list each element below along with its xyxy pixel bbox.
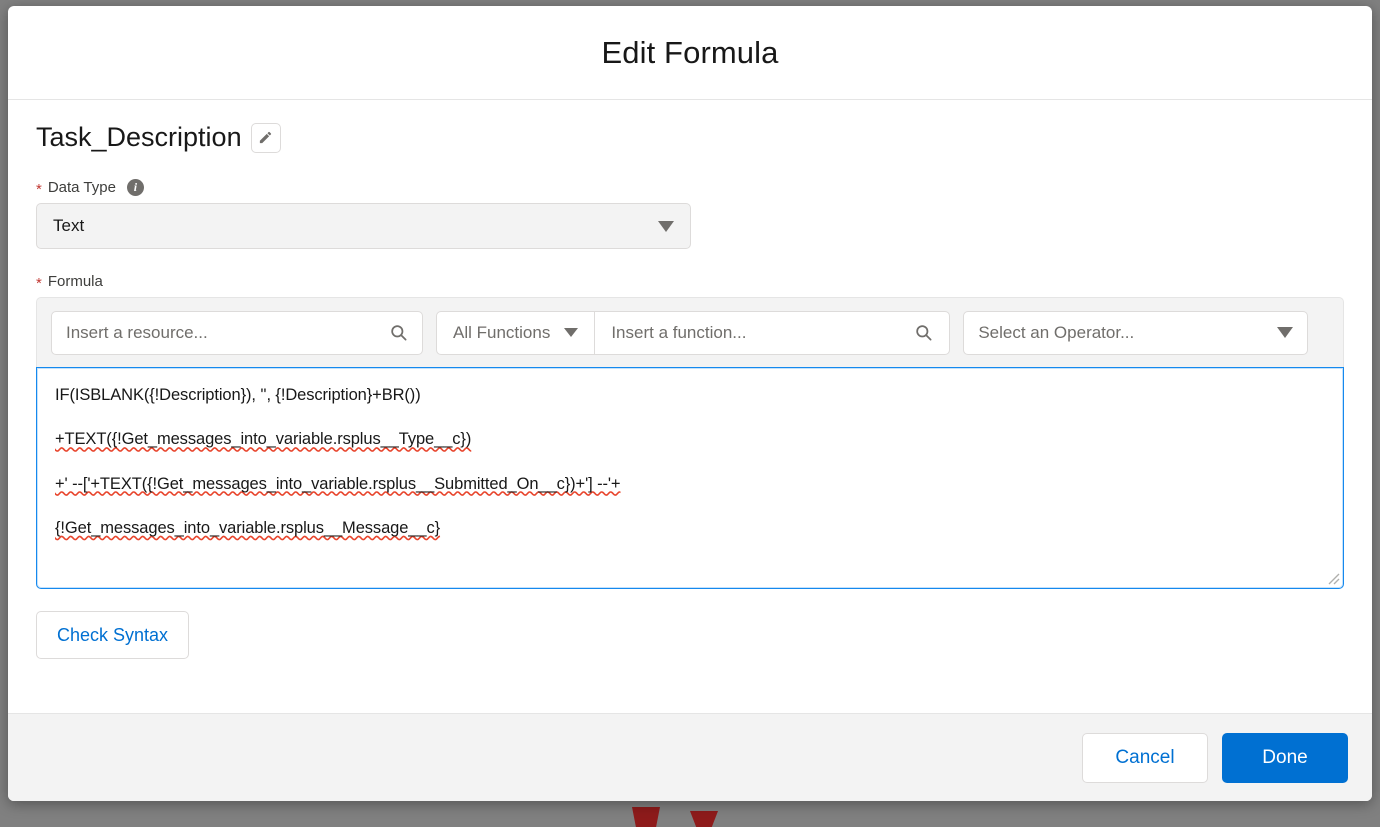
formula-label: Formula [48,273,103,290]
formula-label-row: * Formula [36,273,1344,290]
modal-header: Edit Formula [8,6,1372,100]
search-icon [389,323,408,342]
info-icon[interactable]: i [127,179,144,196]
page-title: Edit Formula [602,35,779,71]
data-type-label-row: * Data Type i [36,179,1344,196]
insert-resource-placeholder: Insert a resource... [66,323,208,343]
api-name-label: Task_Description [36,122,242,153]
modal-body: Task_Description * Data Type i Text * Fo… [8,100,1372,713]
function-button-group: All Functions Insert a function... [436,311,950,355]
formula-line: {!Get_messages_into_variable.rsplus__Mes… [55,517,1325,539]
pencil-icon [258,130,273,145]
edit-api-name-button[interactable] [251,123,281,153]
select-operator-dropdown[interactable]: Select an Operator... [963,311,1308,355]
formula-toolbar: Insert a resource... All Functions Inser… [36,297,1344,367]
formula-line: +' --['+TEXT({!Get_messages_into_variabl… [55,473,1325,495]
select-operator-placeholder: Select an Operator... [978,323,1134,343]
chevron-down-icon [658,221,674,232]
formula-required-marker: * [36,276,42,291]
formula-line: +TEXT({!Get_messages_into_variable.rsplu… [55,428,1325,450]
all-functions-label: All Functions [453,323,550,343]
cancel-button[interactable]: Cancel [1082,733,1208,783]
data-type-label: Data Type [48,179,116,196]
insert-function-placeholder: Insert a function... [611,323,746,343]
data-type-required-marker: * [36,182,42,197]
chevron-down-icon [1277,327,1293,338]
api-name-row: Task_Description [36,122,1344,153]
insert-function-input[interactable]: Insert a function... [594,312,949,354]
background-shape-right [690,811,718,827]
data-type-select[interactable]: Text [36,203,691,249]
formula-line: IF(ISBLANK({!Description}), '', {!Descri… [55,384,1325,406]
all-functions-dropdown[interactable]: All Functions [437,312,594,354]
data-type-value: Text [53,216,84,236]
formula-textarea[interactable]: IF(ISBLANK({!Description}), '', {!Descri… [36,367,1344,589]
chevron-down-icon [564,328,578,337]
check-syntax-button[interactable]: Check Syntax [36,611,189,659]
resize-grip-icon[interactable] [1326,571,1340,585]
insert-resource-input[interactable]: Insert a resource... [51,311,423,355]
edit-formula-modal: Edit Formula Task_Description * Data Typ… [8,6,1372,801]
background-shape-left [632,807,660,827]
modal-footer: Cancel Done [8,713,1372,801]
search-icon [914,323,933,342]
done-button[interactable]: Done [1222,733,1348,783]
